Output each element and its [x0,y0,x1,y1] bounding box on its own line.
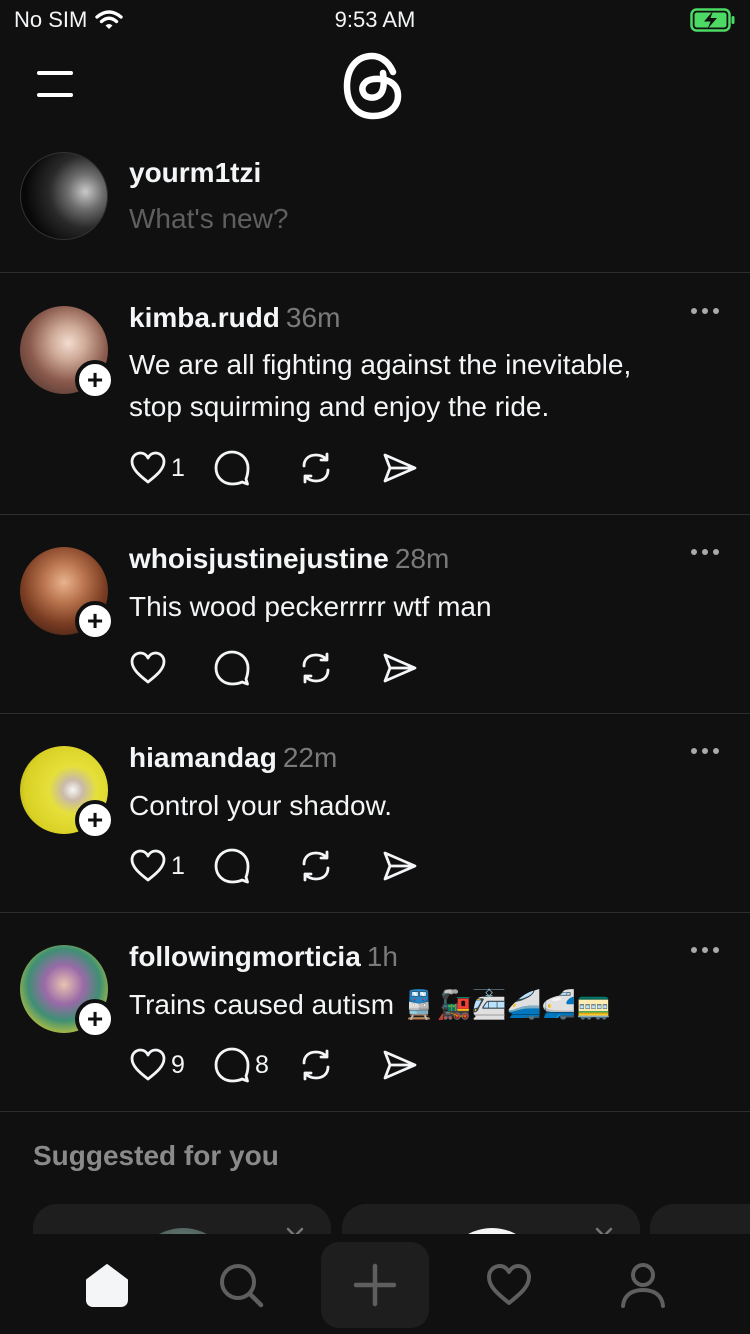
follow-button[interactable]: + [75,999,115,1039]
post-actions: 9 8 [129,1044,465,1086]
like-count: 1 [171,851,185,880]
post-username[interactable]: whoisjustinejustine [129,543,389,574]
share-button[interactable] [381,447,465,489]
reply-count: 8 [255,1050,269,1079]
tab-search[interactable] [187,1242,295,1328]
follow-button[interactable]: + [75,601,115,641]
share-button[interactable] [381,647,465,689]
post-text: We are all fighting against the inevitab… [129,349,632,422]
repost-icon [302,452,330,484]
share-button[interactable] [381,1044,465,1086]
send-icon [383,453,417,483]
heart-icon [130,1048,166,1081]
menu-icon[interactable] [36,68,76,100]
reply-button[interactable] [213,447,297,489]
post-text: Trains caused autism 🚆🚂🚈🚄🚅🚃 [129,989,612,1020]
repost-button[interactable] [297,1044,381,1086]
battery-charging-icon [690,8,735,32]
avatar[interactable] [20,152,108,240]
post-text: Control your shadow. [129,790,393,821]
reply-button[interactable] [213,647,297,689]
heart-icon [130,849,166,882]
post-text: This wood peckerrrrr wtf man [129,591,492,622]
more-icon[interactable] [690,545,720,559]
comment-icon [214,450,250,486]
threads-logo[interactable] [343,52,405,120]
suggested-title: Suggested for you [33,1140,279,1171]
post-username[interactable]: kimba.rudd [129,302,280,333]
heart-icon [130,451,166,484]
new-thread-composer[interactable]: yourm1tzi What's new? [0,140,750,273]
post-username[interactable]: followingmorticia [129,941,361,972]
search-icon [220,1264,264,1308]
heart-icon [487,1264,531,1305]
comment-icon [214,1047,250,1083]
plus-icon [353,1263,397,1307]
like-button[interactable]: 1 [129,447,213,489]
post-header: whoisjustinejustine 28m [129,543,449,575]
repost-icon [302,652,330,684]
comment-icon [214,848,250,884]
reply-button[interactable] [213,845,297,887]
home-icon [86,1264,128,1307]
post[interactable]: + followingmorticia 1h Trains caused auti… [0,913,750,1112]
like-count: 9 [171,1050,185,1079]
post-actions: 1 [129,845,465,887]
tab-home[interactable] [53,1242,161,1328]
send-icon [383,851,417,881]
composer-username: yourm1tzi [129,157,262,188]
post[interactable]: + whoisjustinejustine 28m This wood pecke… [0,515,750,714]
composer-input[interactable]: What's new? [129,203,288,235]
post-actions: 1 [129,447,465,489]
repost-button[interactable] [297,647,381,689]
like-count: 1 [171,453,185,482]
tab-activity[interactable] [455,1242,563,1328]
threads-feed-screen: No SIM 9:53 AM yourm1tzi What's new? + k… [0,0,750,1334]
like-button[interactable]: 9 [129,1044,213,1086]
post-header: hiamandag 22m [129,742,337,774]
post-time: 36m [285,302,341,333]
post-time: 28m [394,543,450,574]
repost-icon [302,1049,330,1081]
share-button[interactable] [381,845,465,887]
post[interactable]: + hiamandag 22m Control your shadow. 1 [0,714,750,913]
tab-bar [0,1234,750,1334]
post-header: followingmorticia 1h [129,941,398,973]
repost-button[interactable] [297,845,381,887]
repost-button[interactable] [297,447,381,489]
follow-button[interactable]: + [75,360,115,400]
follow-button[interactable]: + [75,800,115,840]
send-icon [383,653,417,683]
repost-icon [302,850,330,882]
like-button[interactable]: 1 [129,845,213,887]
more-icon[interactable] [690,744,720,758]
status-bar: No SIM 9:53 AM [0,0,750,44]
profile-icon [621,1263,665,1308]
post-header: kimba.rudd 36m [129,302,340,334]
more-icon[interactable] [690,943,720,957]
reply-button[interactable]: 8 [213,1044,297,1086]
like-button[interactable] [129,647,213,689]
post-username[interactable]: hiamandag [129,742,277,773]
more-icon[interactable] [690,304,720,318]
comment-icon [214,650,250,686]
post-time: 22m [282,742,338,773]
post-time: 1h [366,941,398,972]
tab-create[interactable] [321,1242,429,1328]
post-actions [129,647,465,689]
post[interactable]: + kimba.rudd 36m We are all fighting agai… [0,274,750,515]
heart-icon [130,651,166,684]
status-time: 9:53 AM [334,7,416,32]
tab-profile[interactable] [589,1242,697,1328]
send-icon [383,1050,417,1080]
